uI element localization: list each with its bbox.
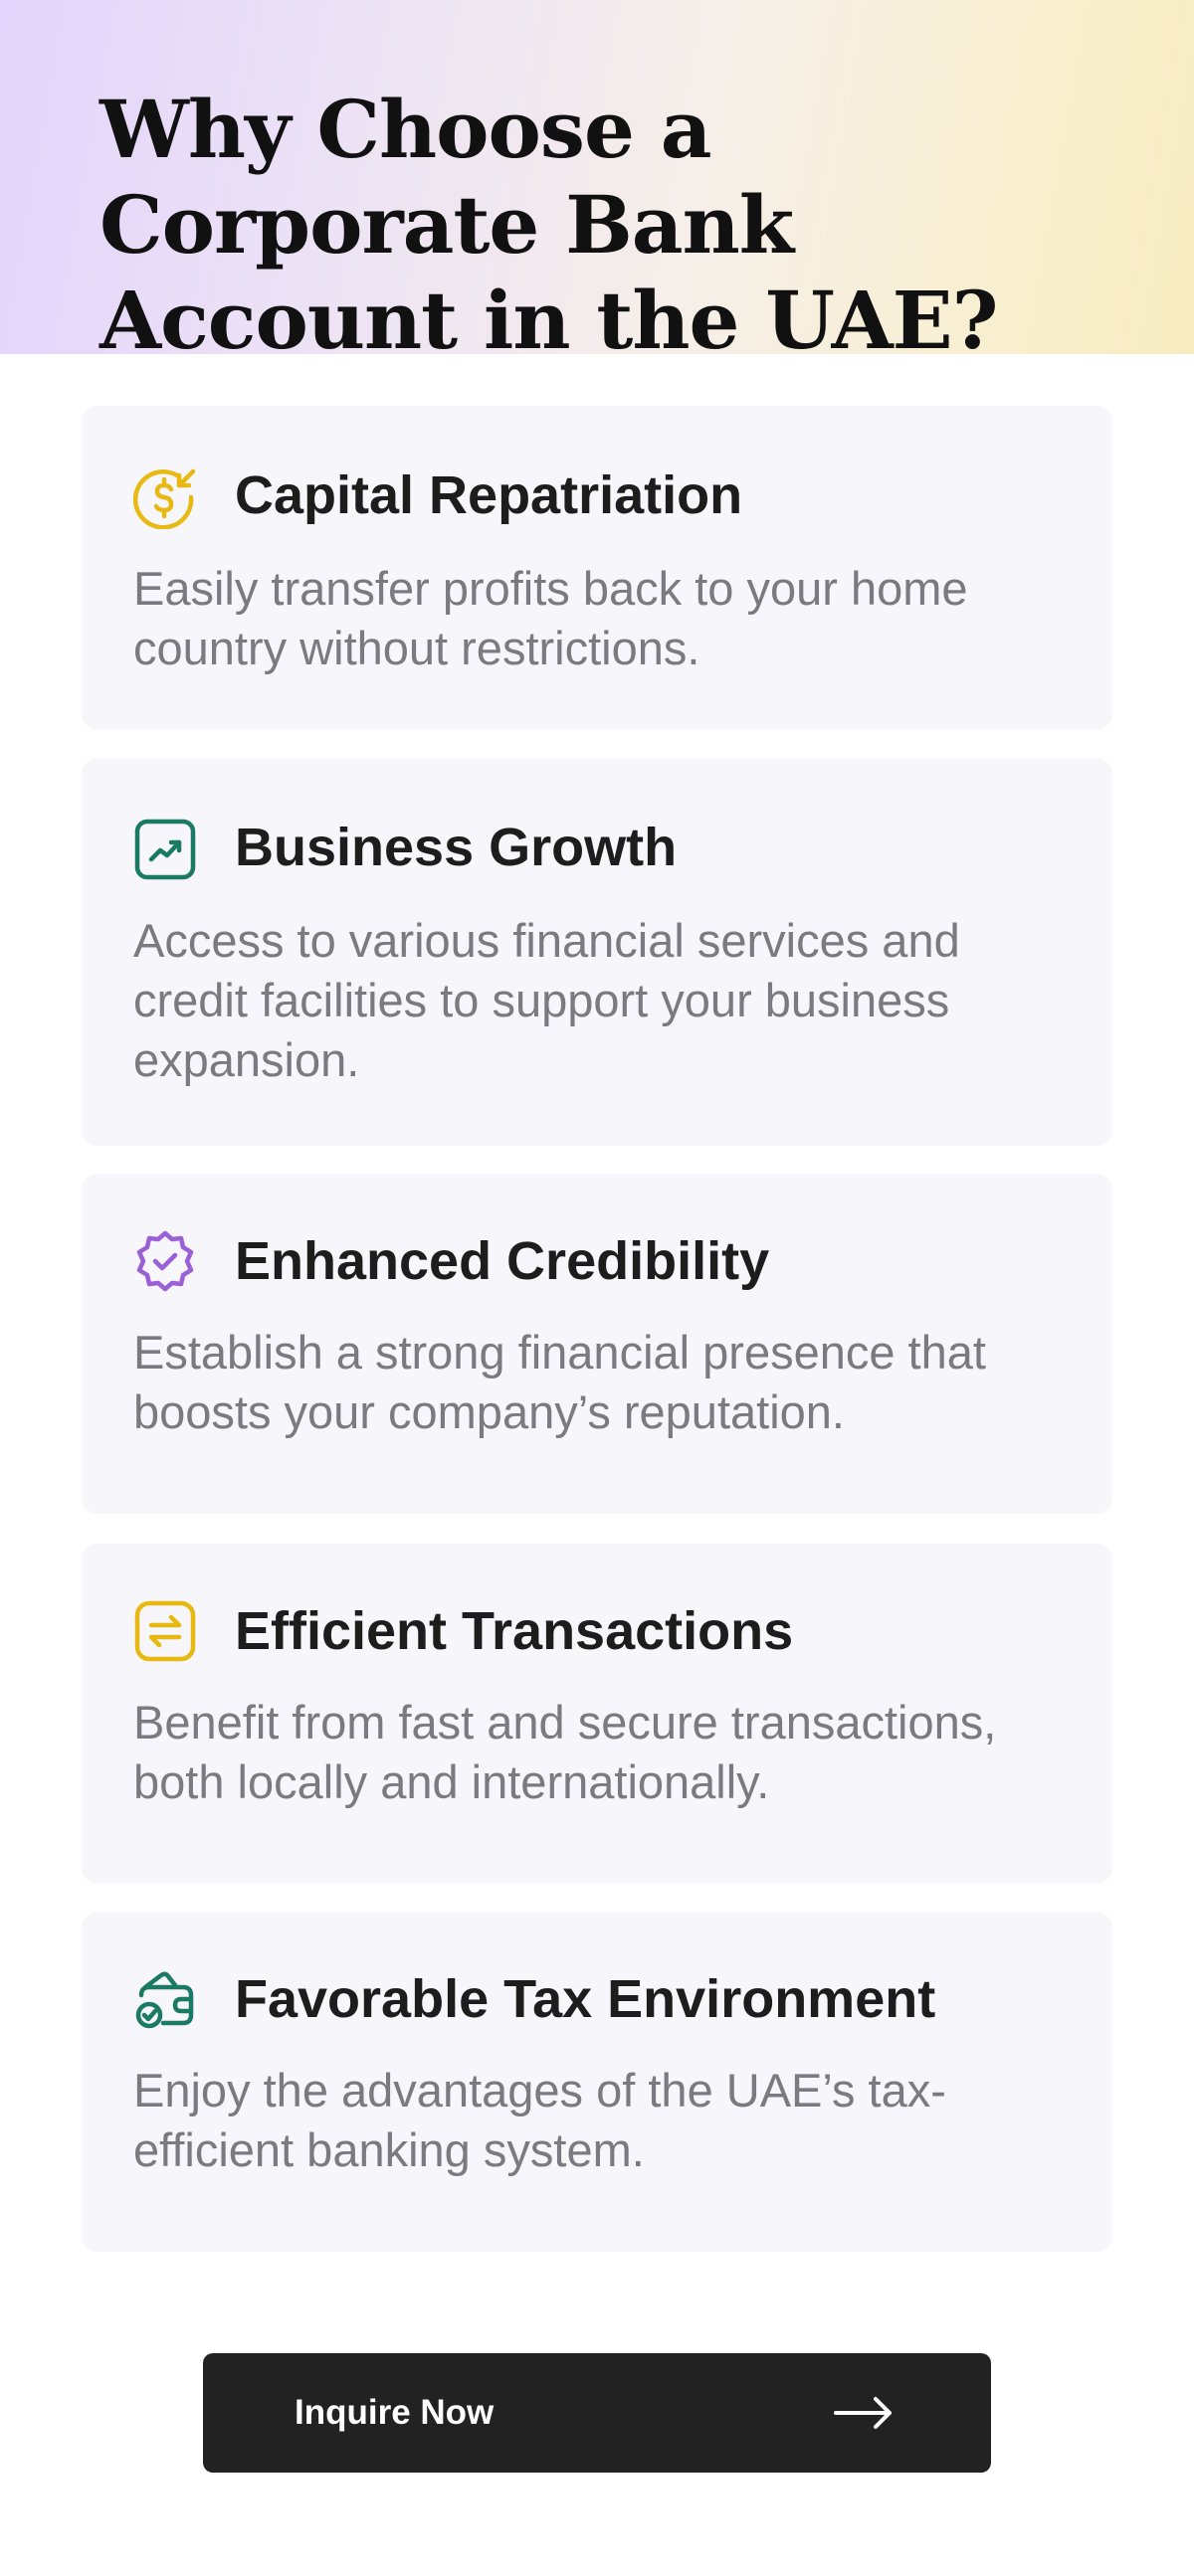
benefit-description: Enjoy the advantages of the UAE’s tax-ef… (133, 2064, 946, 2176)
transfer-arrows-icon (133, 1599, 197, 1663)
benefit-description: Access to various financial services and… (133, 914, 960, 1086)
page-title: Why Choose a Corporate Bank Account in t… (100, 83, 998, 367)
arrow-right-icon (832, 2393, 896, 2433)
inquire-now-label: Inquire Now (295, 2393, 495, 2432)
benefit-title: Capital Repatriation (235, 465, 743, 525)
hero-banner: Why Choose a Corporate Bank Account in t… (0, 0, 1194, 367)
benefit-card-business-growth: Business Growth Access to various financ… (82, 758, 1112, 1146)
benefit-title: Favorable Tax Environment (235, 1969, 936, 2029)
benefit-title: Business Growth (235, 818, 678, 877)
dollar-repatriation-icon (133, 465, 197, 529)
benefit-card-capital-repatriation: Capital Repatriation Easily transfer pro… (82, 406, 1112, 730)
benefit-description: Benefit from fast and secure transaction… (133, 1696, 997, 1808)
benefit-card-efficient-transactions: Efficient Transactions Benefit from fast… (82, 1544, 1112, 1884)
benefit-card-favorable-tax-environment: Favorable Tax Environment Enjoy the adva… (82, 1912, 1112, 2252)
benefit-title: Efficient Transactions (235, 1601, 794, 1661)
wallet-check-icon (133, 1967, 197, 2031)
benefit-title: Enhanced Credibility (235, 1231, 770, 1291)
benefit-description: Easily transfer profits back to your hom… (133, 562, 968, 674)
benefit-description: Establish a strong financial presence th… (133, 1326, 986, 1438)
benefit-card-enhanced-credibility: Enhanced Credibility Establish a strong … (82, 1174, 1112, 1514)
trend-up-icon (133, 818, 197, 881)
inquire-now-button[interactable]: Inquire Now (203, 2353, 991, 2473)
verified-badge-icon (133, 1229, 197, 1293)
